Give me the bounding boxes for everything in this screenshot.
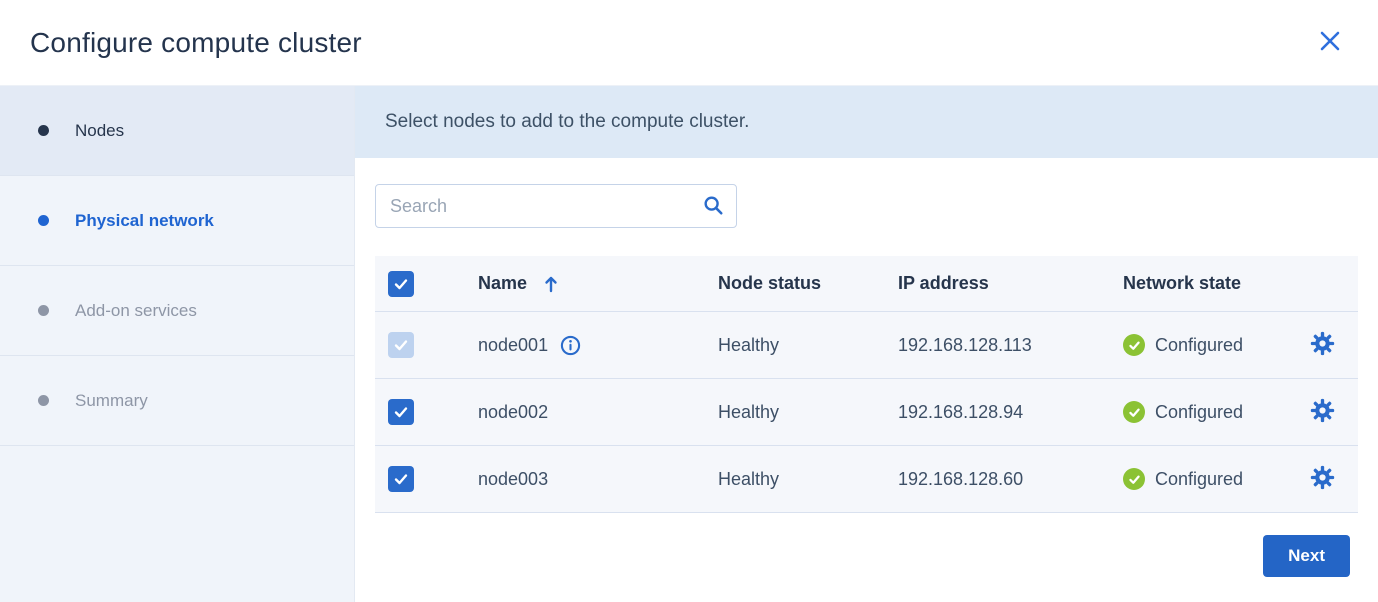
main-panel: Select nodes to add to the compute clust…	[355, 86, 1378, 602]
table-row: node001 Healthy 192.168.128.113 Configur…	[375, 312, 1358, 379]
configured-check-icon	[1123, 401, 1145, 423]
column-header-network-state: Network state	[1123, 273, 1241, 294]
step-label: Add-on services	[75, 301, 197, 321]
dialog-titlebar: Configure compute cluster	[0, 0, 1378, 86]
sidebar-item-physical-network[interactable]: Physical network	[0, 176, 354, 266]
sidebar-item-add-on-services[interactable]: Add-on services	[0, 266, 354, 356]
step-label: Summary	[75, 391, 148, 411]
next-button[interactable]: Next	[1263, 535, 1350, 577]
gear-icon	[1310, 331, 1335, 359]
node-status: Healthy	[718, 402, 779, 422]
info-icon[interactable]	[560, 335, 581, 356]
node-name: node002	[478, 402, 548, 423]
step-label: Physical network	[75, 211, 214, 231]
network-state: Configured	[1155, 402, 1243, 423]
configured-check-icon	[1123, 334, 1145, 356]
instruction-banner: Select nodes to add to the compute clust…	[355, 86, 1378, 158]
instruction-text: Select nodes to add to the compute clust…	[385, 111, 749, 133]
step-bullet-icon	[38, 305, 49, 316]
column-header-name[interactable]: Name	[478, 273, 527, 294]
node-ip: 192.168.128.94	[898, 402, 1023, 422]
table-row: node002 Healthy 192.168.128.94 Configure…	[375, 379, 1358, 446]
search-box	[375, 184, 737, 228]
close-icon	[1318, 29, 1342, 56]
search-input[interactable]	[376, 196, 690, 217]
dialog-title: Configure compute cluster	[30, 27, 362, 59]
column-header-ip-address: IP address	[898, 273, 989, 293]
configure-compute-cluster-dialog: Configure compute cluster Nodes Physical…	[0, 0, 1378, 602]
row-checkbox-disabled	[388, 332, 414, 358]
configured-check-icon	[1123, 468, 1145, 490]
sidebar-item-nodes[interactable]: Nodes	[0, 86, 354, 176]
select-all-checkbox[interactable]	[388, 271, 414, 297]
sort-ascending-icon[interactable]	[543, 275, 559, 293]
table-row: node003 Healthy 192.168.128.60 Configure…	[375, 446, 1358, 513]
search-button[interactable]	[690, 185, 736, 227]
network-state: Configured	[1155, 469, 1243, 490]
search-icon	[702, 194, 724, 219]
step-bullet-icon	[38, 215, 49, 226]
row-checkbox[interactable]	[388, 399, 414, 425]
wizard-steps-sidebar: Nodes Physical network Add-on services S…	[0, 86, 355, 602]
network-state: Configured	[1155, 335, 1243, 356]
dialog-footer: Next	[375, 513, 1358, 577]
gear-icon	[1310, 465, 1335, 493]
close-button[interactable]	[1312, 25, 1348, 61]
gear-icon	[1310, 398, 1335, 426]
nodes-table: Name Node status IP address Network stat…	[375, 256, 1358, 513]
node-name: node003	[478, 469, 548, 490]
node-settings-button[interactable]	[1310, 398, 1335, 426]
node-settings-button[interactable]	[1310, 465, 1335, 493]
node-ip: 192.168.128.60	[898, 469, 1023, 489]
step-bullet-icon	[38, 395, 49, 406]
node-name: node001	[478, 335, 548, 356]
row-checkbox[interactable]	[388, 466, 414, 492]
sidebar-item-summary[interactable]: Summary	[0, 356, 354, 446]
node-status: Healthy	[718, 335, 779, 355]
step-bullet-icon	[38, 125, 49, 136]
node-status: Healthy	[718, 469, 779, 489]
step-label: Nodes	[75, 121, 124, 141]
table-header-row: Name Node status IP address Network stat…	[375, 256, 1358, 312]
node-settings-button[interactable]	[1310, 331, 1335, 359]
column-header-node-status: Node status	[718, 273, 821, 293]
node-ip: 192.168.128.113	[898, 335, 1032, 355]
